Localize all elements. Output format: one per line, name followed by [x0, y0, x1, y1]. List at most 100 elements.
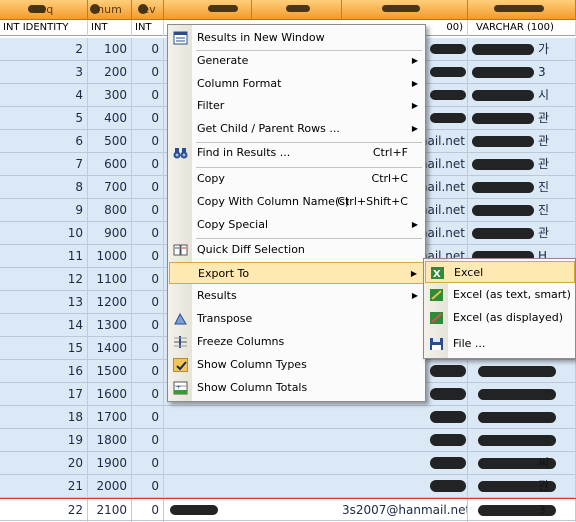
cell-lev[interactable]: 0 — [132, 383, 164, 406]
cell-num[interactable]: 700 — [88, 176, 132, 199]
submenu-arrow-icon: ▶ — [411, 291, 418, 300]
menu-item-results[interactable]: Results ▶ — [169, 285, 424, 307]
cell-seq[interactable]: 3 — [0, 61, 88, 84]
table-row[interactable]: 18 1700 0 — [0, 406, 576, 429]
cell-seq[interactable]: 16 — [0, 360, 88, 383]
cell-seq[interactable]: 8 — [0, 176, 88, 199]
menu-item-export-to[interactable]: Export To ▶ — [169, 262, 424, 284]
cell-num[interactable]: 1700 — [88, 406, 132, 429]
cell-lev[interactable]: 0 — [132, 499, 164, 522]
menu-item-copy-with-column-names[interactable]: Copy With Column Name(s) Ctrl+Shift+C — [169, 191, 424, 213]
cell-num[interactable]: 800 — [88, 199, 132, 222]
cell-seq[interactable]: 6 — [0, 130, 88, 153]
cell-seq[interactable]: 18 — [0, 406, 88, 429]
redaction-mark — [472, 113, 534, 124]
cell-num[interactable]: 1300 — [88, 314, 132, 337]
menu-item-quick-diff-selection[interactable]: Quick Diff Selection — [169, 239, 424, 261]
cell-lev[interactable]: 0 — [132, 38, 164, 61]
cell-lev[interactable]: 0 — [132, 245, 164, 268]
redaction-mark — [472, 90, 534, 101]
cell-lev[interactable]: 0 — [132, 291, 164, 314]
redaction-mark — [478, 505, 556, 516]
cell-lev[interactable]: 0 — [132, 61, 164, 84]
cell-seq[interactable]: 19 — [0, 429, 88, 452]
cell-num[interactable]: 100 — [88, 38, 132, 61]
cell-seq[interactable]: 9 — [0, 199, 88, 222]
cell-num[interactable]: 1600 — [88, 383, 132, 406]
cell-num[interactable]: 400 — [88, 107, 132, 130]
cell-lev[interactable]: 0 — [132, 360, 164, 383]
submenu-item-excel-as-text-smart[interactable]: Excel (as text, smart) — [425, 284, 575, 306]
cell-num[interactable]: 1900 — [88, 452, 132, 475]
cell-seq[interactable]: 15 — [0, 337, 88, 360]
redaction-mark — [430, 365, 466, 377]
cell-lev[interactable]: 0 — [132, 314, 164, 337]
menu-item-label: Show Column Totals — [197, 381, 308, 394]
cell-seq[interactable]: 17 — [0, 383, 88, 406]
menu-item-column-format[interactable]: Column Format ▶ — [169, 73, 424, 95]
menu-item-label: Copy — [197, 172, 225, 185]
save-file-icon — [429, 337, 444, 351]
table-row[interactable]: 19 1800 0 — [0, 429, 576, 452]
cell-lev[interactable]: 0 — [132, 222, 164, 245]
cell-seq[interactable]: 12 — [0, 268, 88, 291]
cell-num[interactable]: 1800 — [88, 429, 132, 452]
cell-lev[interactable]: 0 — [132, 199, 164, 222]
cell-num[interactable]: 2000 — [88, 475, 132, 498]
cell-seq[interactable]: 22 — [0, 499, 88, 522]
cell-seq[interactable]: 7 — [0, 153, 88, 176]
cell-num[interactable]: 900 — [88, 222, 132, 245]
cell-seq[interactable]: 5 — [0, 107, 88, 130]
cell-num[interactable]: 1200 — [88, 291, 132, 314]
cell-num[interactable]: 1100 — [88, 268, 132, 291]
cell-lev[interactable]: 0 — [132, 452, 164, 475]
cell-num[interactable]: 1400 — [88, 337, 132, 360]
cell-lev[interactable]: 0 — [132, 475, 164, 498]
cell-num[interactable]: 300 — [88, 84, 132, 107]
cell-lev[interactable]: 0 — [132, 406, 164, 429]
menu-item-transpose[interactable]: Transpose — [169, 308, 424, 330]
cell-lev[interactable]: 0 — [132, 153, 164, 176]
table-row[interactable]: 2120000관 — [0, 475, 576, 498]
cell-num[interactable]: 1000 — [88, 245, 132, 268]
menu-item-show-column-totals[interactable]: + Show Column Totals — [169, 377, 424, 399]
submenu-item-file[interactable]: File ... — [425, 333, 575, 355]
cell-lev[interactable]: 0 — [132, 84, 164, 107]
redaction-mark — [478, 412, 556, 423]
cell-lev[interactable]: 0 — [132, 268, 164, 291]
cell-lev[interactable]: 0 — [132, 429, 164, 452]
cell-lev[interactable]: 0 — [132, 130, 164, 153]
cell-seq[interactable]: 10 — [0, 222, 88, 245]
menu-item-copy[interactable]: Copy Ctrl+C — [169, 168, 424, 190]
cell-seq[interactable]: 13 — [0, 291, 88, 314]
menu-item-freeze-columns[interactable]: Freeze Columns — [169, 331, 424, 353]
cell-seq[interactable]: 21 — [0, 475, 88, 498]
menu-item-generate[interactable]: Generate ▶ — [169, 50, 424, 72]
cell-num[interactable]: 600 — [88, 153, 132, 176]
cell-num[interactable]: 200 — [88, 61, 132, 84]
menu-item-results-new-window[interactable]: Results in New Window — [169, 27, 424, 49]
cell-seq[interactable]: 2 — [0, 38, 88, 61]
submenu-item-excel[interactable]: X Excel — [425, 261, 575, 283]
menu-item-get-child-parent-rows[interactable]: Get Child / Parent Rows ... ▶ — [169, 118, 424, 140]
cell-num[interactable]: 500 — [88, 130, 132, 153]
cell-seq[interactable]: 11 — [0, 245, 88, 268]
cell-num[interactable]: 1500 — [88, 360, 132, 383]
cell-seq[interactable]: 14 — [0, 314, 88, 337]
cell-num[interactable]: 2100 — [88, 499, 132, 522]
submenu-arrow-icon: ▶ — [411, 79, 418, 88]
cell-lev[interactable]: 0 — [132, 107, 164, 130]
menu-item-find-in-results[interactable]: Find in Results ... Ctrl+F — [169, 142, 424, 164]
cell-lev[interactable]: 0 — [132, 337, 164, 360]
menu-item-filter[interactable]: Filter ▶ — [169, 95, 424, 117]
submenu-item-excel-as-displayed[interactable]: Excel (as displayed) — [425, 307, 575, 329]
cell-seq[interactable]: 20 — [0, 452, 88, 475]
menu-item-show-column-types[interactable]: Show Column Types — [169, 354, 424, 376]
cell-seq[interactable]: 4 — [0, 84, 88, 107]
column-header-lev[interactable]: lev — [132, 0, 164, 20]
table-row[interactable]: 2019000씨 — [0, 452, 576, 475]
cell-email[interactable]: 3s2007@hanmail.net — [342, 499, 468, 522]
menu-item-copy-special[interactable]: Copy Special ▶ — [169, 214, 424, 236]
table-row[interactable]: 22210003s2007@hanmail.net3 — [0, 498, 576, 522]
cell-lev[interactable]: 0 — [132, 176, 164, 199]
